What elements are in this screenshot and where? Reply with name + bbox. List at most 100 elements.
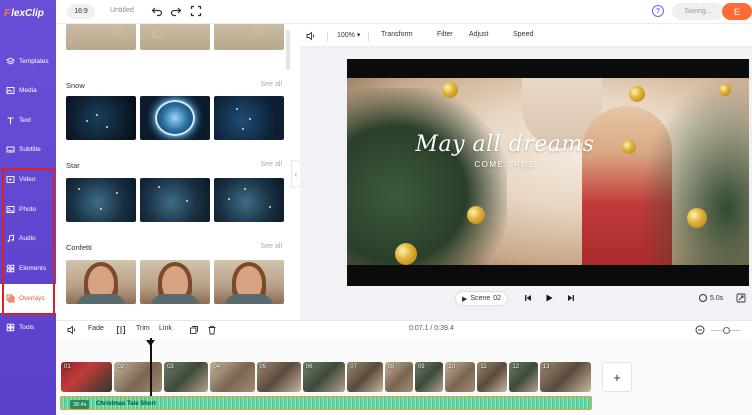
zoom-slider-handle[interactable] xyxy=(723,327,730,334)
video-frame: May all dreams COME TRUE xyxy=(347,78,749,265)
timeline-clip[interactable]: 05 xyxy=(256,362,301,392)
timeline-clip[interactable]: 07 xyxy=(347,362,383,392)
overlay-thumbnail[interactable] xyxy=(140,96,210,140)
audio-title: Christmas Tale Short xyxy=(96,400,156,407)
delete-icon[interactable] xyxy=(207,325,217,335)
help-icon[interactable]: ? xyxy=(652,5,664,17)
nav-item-label: Text xyxy=(19,117,31,124)
clip-number: 09 xyxy=(417,364,425,370)
nav-item-audio[interactable]: Audio xyxy=(0,224,56,253)
next-scene-icon[interactable] xyxy=(566,293,576,303)
adjust-tab[interactable]: Adjust xyxy=(469,31,488,38)
fade-button[interactable]: Fade xyxy=(88,325,104,332)
clip-number: 11 xyxy=(480,364,487,370)
overlay-thumbnail[interactable] xyxy=(140,178,210,222)
nav-item-label: Templates xyxy=(19,58,49,65)
clip-number: 12 xyxy=(512,364,520,370)
add-scene-button[interactable]: + xyxy=(602,362,632,392)
split-icon[interactable] xyxy=(116,325,126,335)
fullscreen-icon[interactable] xyxy=(190,5,202,17)
scene-number: 02 xyxy=(493,295,502,302)
overlay-thumbnail[interactable] xyxy=(140,260,210,304)
scene-duration[interactable]: 5.0s xyxy=(699,294,723,302)
play-small-icon: ▶ xyxy=(461,295,468,303)
speed-tab[interactable]: Speed xyxy=(513,31,533,38)
project-title[interactable]: Untitled xyxy=(110,7,134,14)
nav-item-photo[interactable]: Photo xyxy=(0,195,56,224)
zoom-dropdown[interactable]: 100% ▾ xyxy=(337,31,360,39)
nav-item-label: Tools xyxy=(19,324,35,331)
aspect-ratio-button[interactable]: 16:9 xyxy=(67,4,95,19)
nav-item-subtitle[interactable]: Subtitle xyxy=(0,135,56,164)
scene-duration-value: 5.0s xyxy=(710,294,724,302)
subtitle-icon xyxy=(6,145,15,154)
overlay-thumbnail[interactable] xyxy=(66,24,136,50)
filter-tab[interactable]: Filter xyxy=(437,31,453,38)
overlay-thumbnail[interactable] xyxy=(214,260,284,304)
flexclip-logo[interactable]: F lexClip xyxy=(4,6,54,20)
tools-icon xyxy=(6,323,15,332)
timeline-clip[interactable]: 09 xyxy=(414,362,444,392)
preview-toolbar: 100% ▾ Transform Filter Adjust Speed xyxy=(300,25,752,47)
nav-item-tools[interactable]: Tools xyxy=(0,313,56,342)
timeline-clip[interactable]: 10 xyxy=(445,362,476,392)
overlay-thumbnail[interactable] xyxy=(214,178,284,222)
overlay-thumbnail[interactable] xyxy=(140,24,210,50)
overlay-thumbnail[interactable] xyxy=(66,96,136,140)
nav-item-text[interactable]: Text xyxy=(0,106,56,135)
trim-button[interactable]: Trim xyxy=(136,325,150,332)
video-track: 01 02 03 04 05 06 07 08 09 10 11 12 13 xyxy=(61,360,592,394)
nav-item-video[interactable]: Video xyxy=(0,165,56,194)
overlay-thumbnail[interactable] xyxy=(214,96,284,140)
playback-bar: ▶ Scene 02 5.0s xyxy=(300,288,752,310)
nav-item-templates[interactable]: Templates xyxy=(0,47,56,76)
nav-item-label: Media xyxy=(19,87,37,94)
timeline-clip[interactable]: 06 xyxy=(302,362,346,392)
timeline-clip[interactable]: 03 xyxy=(164,362,209,392)
panel-scrollbar[interactable] xyxy=(286,30,290,70)
scene-selector[interactable]: ▶ Scene 02 xyxy=(455,291,508,306)
audio-track[interactable]: 39.4s Christmas Tale Short xyxy=(60,396,592,410)
video-preview[interactable]: May all dreams COME TRUE xyxy=(347,59,749,286)
top-bar: 16:9 Untitled ? Saving... E xyxy=(56,0,752,24)
nav-item-elements[interactable]: Elements xyxy=(0,254,56,283)
nav-item-media[interactable]: Media xyxy=(0,76,56,105)
see-all-confetti-link[interactable]: See all xyxy=(261,243,282,250)
timeline-clip[interactable]: 02 xyxy=(112,360,165,394)
video-subline[interactable]: COME TRUE xyxy=(405,160,605,169)
previous-scene-icon[interactable] xyxy=(523,293,533,303)
overlay-thumbnail[interactable] xyxy=(66,260,136,304)
timeline-clip[interactable]: 04 xyxy=(210,362,255,392)
overlay-thumbnail[interactable] xyxy=(66,178,136,222)
timeline-clip[interactable]: 12 xyxy=(509,362,538,392)
zoom-out-icon[interactable] xyxy=(695,325,705,335)
nav-item-overlays[interactable]: Overlays xyxy=(0,284,56,313)
timeline-clip[interactable]: 08 xyxy=(384,362,413,392)
overlays-icon xyxy=(6,294,15,303)
playhead[interactable] xyxy=(150,338,152,396)
undo-icon[interactable] xyxy=(151,5,163,17)
timeline-clip[interactable]: 11 xyxy=(477,362,508,392)
see-all-star-link[interactable]: See all xyxy=(261,161,282,168)
timeline-volume-icon[interactable] xyxy=(67,325,77,335)
transform-tab[interactable]: Transform xyxy=(381,31,413,38)
timeline-clip[interactable]: 13 xyxy=(539,362,592,392)
media-icon xyxy=(6,86,15,95)
clock-icon xyxy=(699,294,707,302)
overlay-thumbnail[interactable] xyxy=(214,24,284,50)
clip-number: 07 xyxy=(350,364,357,370)
video-headline[interactable]: May all dreams xyxy=(405,132,605,157)
section-title-snow: Snow xyxy=(66,81,85,90)
link-button[interactable]: Link xyxy=(159,325,172,332)
expand-preview-icon[interactable] xyxy=(736,293,746,303)
export-button[interactable]: E xyxy=(722,3,752,20)
play-icon[interactable] xyxy=(544,293,554,303)
clip-number: 10 xyxy=(448,364,455,370)
nav-item-label: Video xyxy=(19,176,36,183)
redo-icon[interactable] xyxy=(170,5,182,17)
timeline-clip[interactable]: 01 xyxy=(61,362,113,392)
see-all-snow-link[interactable]: See all xyxy=(261,81,282,88)
video-icon xyxy=(6,175,15,184)
duplicate-icon[interactable] xyxy=(189,325,199,335)
volume-icon[interactable] xyxy=(306,31,316,41)
